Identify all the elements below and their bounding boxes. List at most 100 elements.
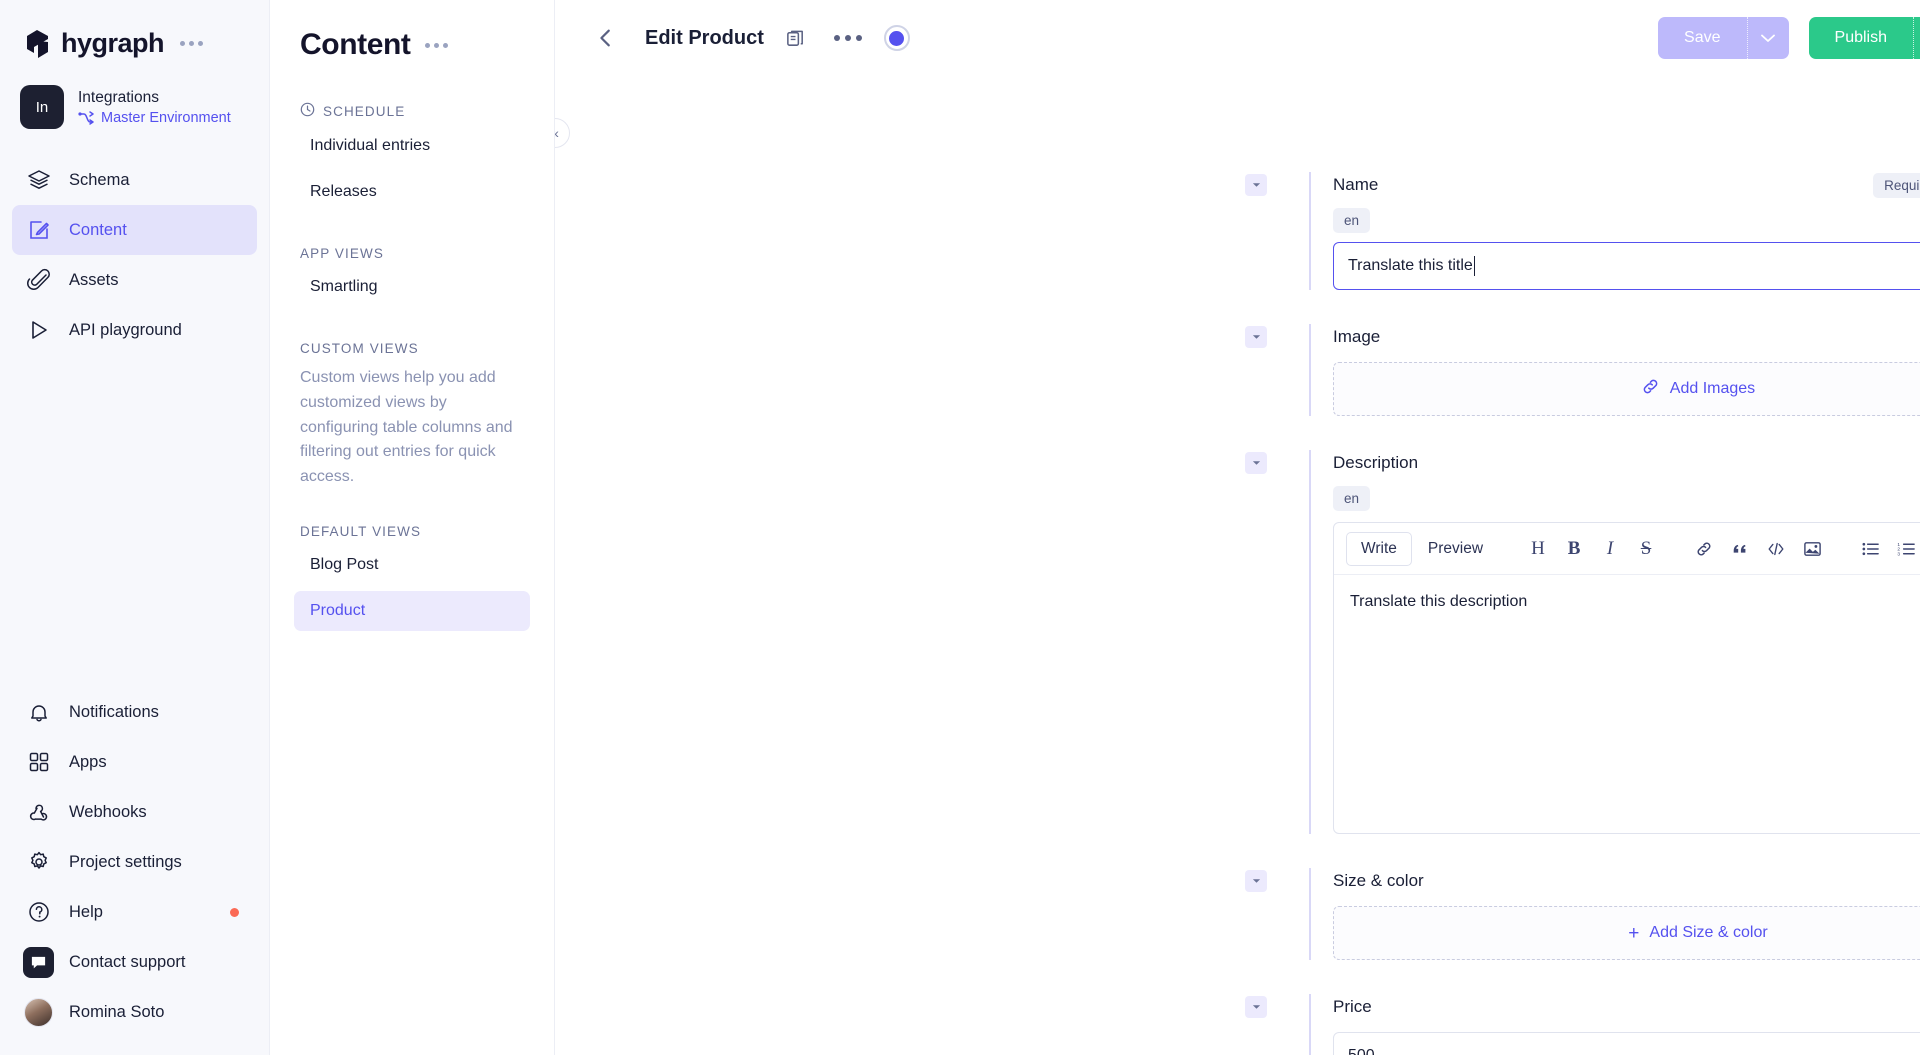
- code-icon[interactable]: [1759, 532, 1793, 566]
- sidebar-item-help[interactable]: Help: [12, 887, 257, 937]
- quote-icon[interactable]: [1723, 532, 1757, 566]
- paperclip-icon: [26, 268, 51, 293]
- field-header: Description Localized: [1333, 450, 1920, 476]
- page-title: Edit Product: [645, 27, 764, 50]
- field-label: Name: [1333, 175, 1378, 195]
- bulleted-list-icon[interactable]: [1853, 532, 1887, 566]
- field-locale-row: en Clear: [1333, 208, 1920, 232]
- field-header: Price Required: [1333, 994, 1920, 1020]
- field-body: Size & color Component + Add Size & colo…: [1309, 868, 1920, 960]
- gear-icon: [26, 850, 51, 875]
- field-locale-row: en Clear: [1333, 486, 1920, 510]
- entry-form: Name Required Localized en Clear Transla…: [555, 76, 1920, 1055]
- name-input[interactable]: Translate this title: [1333, 242, 1920, 290]
- content-menu-icon[interactable]: [425, 43, 448, 48]
- heading-icon[interactable]: H: [1521, 532, 1555, 566]
- sidebar-item-label: Webhooks: [69, 803, 147, 822]
- section-label: SCHEDULE: [323, 104, 405, 119]
- avatar: [24, 998, 53, 1027]
- play-triangle-icon: [26, 318, 51, 343]
- chevron-left-icon[interactable]: [589, 21, 623, 55]
- clock-icon: [300, 102, 315, 120]
- brand-header: hygraph: [0, 0, 269, 59]
- sidebar-spacer: [0, 355, 269, 687]
- save-button[interactable]: Save: [1658, 17, 1788, 59]
- primary-nav: Schema Content Assets API playground: [0, 155, 269, 355]
- sidebar-item-content[interactable]: Content: [12, 205, 257, 255]
- italic-icon[interactable]: I: [1593, 532, 1627, 566]
- sidebar-item-apps[interactable]: Apps: [12, 737, 257, 787]
- sidebar-item-schema[interactable]: Schema: [12, 155, 257, 205]
- price-input[interactable]: 500: [1333, 1032, 1920, 1055]
- sidebar-item-api-playground[interactable]: API playground: [12, 305, 257, 355]
- question-circle-icon: [26, 900, 51, 925]
- help-notification-dot: [230, 908, 239, 917]
- rich-text-editor: Write Preview H B I S: [1333, 522, 1920, 834]
- image-icon[interactable]: [1795, 532, 1829, 566]
- strikethrough-icon[interactable]: S: [1629, 532, 1663, 566]
- project-environment[interactable]: Master Environment: [78, 110, 231, 126]
- grid-squares-icon: [26, 750, 51, 775]
- description-value: Translate this description: [1350, 593, 1527, 610]
- tab-write[interactable]: Write: [1346, 532, 1412, 566]
- user-name: Romina Soto: [69, 1003, 164, 1022]
- field-size-color: Size & color Component + Add Size & colo…: [555, 868, 1920, 960]
- field-body: Description Localized en Clear Write: [1309, 450, 1920, 834]
- locale-chip[interactable]: en: [1333, 208, 1370, 233]
- publish-button[interactable]: Publish: [1809, 17, 1920, 59]
- chat-bubble-icon: [23, 947, 54, 978]
- bold-icon[interactable]: B: [1557, 532, 1591, 566]
- more-actions-icon[interactable]: [834, 35, 862, 41]
- sidebar-item-label: API playground: [69, 321, 182, 340]
- sidebar-item-assets[interactable]: Assets: [12, 255, 257, 305]
- chevron-down-icon[interactable]: [1245, 452, 1267, 474]
- description-textarea[interactable]: Translate this description: [1334, 575, 1920, 833]
- bell-icon: [26, 700, 51, 725]
- content-item-smartling[interactable]: Smartling: [294, 267, 530, 307]
- contact-support-icon-wrap: [26, 950, 51, 975]
- content-item-individual-entries[interactable]: Individual entries: [294, 126, 530, 166]
- content-item-releases[interactable]: Releases: [294, 172, 530, 212]
- numbered-list-icon[interactable]: 123: [1889, 532, 1920, 566]
- publish-dropdown-chevron-down-icon[interactable]: [1913, 17, 1920, 59]
- edit-square-icon: [26, 218, 51, 243]
- tab-preview[interactable]: Preview: [1414, 533, 1497, 565]
- locale-chip[interactable]: en: [1333, 486, 1370, 511]
- brand-menu-icon[interactable]: [180, 41, 203, 46]
- sidebar-item-user-profile[interactable]: Romina Soto: [12, 987, 257, 1037]
- content-item-blog-post[interactable]: Blog Post: [294, 545, 530, 585]
- price-input-value: 500: [1348, 1047, 1375, 1055]
- chevron-down-icon[interactable]: [1245, 174, 1267, 196]
- custom-views-description: Custom views help you add customized vie…: [270, 356, 554, 490]
- sidebar-item-notifications[interactable]: Notifications: [12, 687, 257, 737]
- editor-main: Edit Product Save Publish: [555, 0, 1920, 1055]
- sidebar-item-label: Content: [69, 221, 127, 240]
- field-name: Name Required Localized en Clear Transla…: [555, 172, 1920, 290]
- webhook-icon: [26, 800, 51, 825]
- sidebar-item-label: Apps: [69, 753, 107, 772]
- field-image: Image Add Images: [555, 324, 1920, 416]
- name-input-value: Translate this title: [1348, 257, 1473, 275]
- field-body: Price Required 500: [1309, 994, 1920, 1055]
- sidebar-item-webhooks[interactable]: Webhooks: [12, 787, 257, 837]
- add-images-button[interactable]: Add Images: [1333, 362, 1920, 416]
- save-dropdown-chevron-down-icon[interactable]: [1747, 17, 1789, 59]
- svg-text:3: 3: [1897, 551, 1900, 556]
- chevron-down-icon[interactable]: [1245, 870, 1267, 892]
- sidebar-item-project-settings[interactable]: Project settings: [12, 837, 257, 887]
- link-icon[interactable]: [1687, 532, 1721, 566]
- section-label: APP VIEWS: [300, 246, 384, 261]
- avatar-wrap: [26, 1000, 51, 1025]
- copy-icon[interactable]: [780, 22, 812, 54]
- status-dot-icon[interactable]: [884, 25, 910, 51]
- field-header: Size & color Component: [1333, 868, 1920, 894]
- sidebar-item-label: Assets: [69, 271, 119, 290]
- chevron-down-icon[interactable]: [1245, 996, 1267, 1018]
- chevron-down-icon[interactable]: [1245, 326, 1267, 348]
- project-switcher[interactable]: In Integrations Master Environment: [0, 59, 269, 129]
- section-app-views: APP VIEWS: [270, 246, 554, 261]
- add-size-color-button[interactable]: + Add Size & color: [1333, 906, 1920, 960]
- content-item-product[interactable]: Product: [294, 591, 530, 631]
- sidebar-item-contact-support[interactable]: Contact support: [12, 937, 257, 987]
- hygraph-logo-icon: [24, 29, 51, 59]
